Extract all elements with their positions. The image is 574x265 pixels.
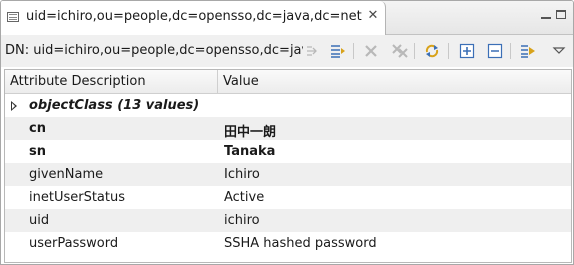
refresh-icon[interactable] xyxy=(423,42,441,60)
table-row[interactable]: uid ichiro xyxy=(5,209,571,232)
table-row[interactable]: inetUserStatus Active xyxy=(5,186,571,209)
entry-editor-window: uid=ichiro,ou=people,dc=opensso,dc=java,… xyxy=(0,0,574,265)
entry-editor-icon xyxy=(7,12,19,22)
minimize-icon[interactable] xyxy=(541,10,551,19)
expand-arrow-icon[interactable] xyxy=(11,101,17,111)
toolbar-separator xyxy=(414,43,415,59)
editor-tab-bar: uid=ichiro,ou=people,dc=opensso,dc=java,… xyxy=(1,1,573,35)
attribute-name-cell: givenName xyxy=(29,167,104,182)
delete-icon[interactable] xyxy=(362,42,380,60)
attribute-value-cell[interactable]: ichiro xyxy=(224,213,260,228)
table-header: Attribute Description Value xyxy=(5,70,571,94)
attribute-name-cell: uid xyxy=(29,213,50,228)
attribute-value-cell[interactable]: SSHA hashed password xyxy=(224,236,377,251)
table-row[interactable]: givenName Ichiro xyxy=(5,163,571,186)
column-divider[interactable] xyxy=(217,70,218,93)
toolbar-separator xyxy=(353,43,354,59)
maximize-icon[interactable] xyxy=(556,10,566,19)
editor-tab[interactable]: uid=ichiro,ou=people,dc=opensso,dc=java,… xyxy=(1,1,386,35)
attribute-name-cell: objectClass (13 values) xyxy=(29,98,200,113)
view-menu-icon[interactable] xyxy=(550,42,568,60)
dn-label: DN: uid=ichiro,ou=people,dc=opensso,dc=j… xyxy=(5,43,303,58)
attribute-name-cell: sn xyxy=(29,144,46,159)
dn-toolbar: DN: uid=ichiro,ou=people,dc=opensso,dc=j… xyxy=(1,35,573,67)
editor-tab-title: uid=ichiro,ou=people,dc=opensso,dc=java,… xyxy=(26,9,362,24)
close-icon[interactable]: ✕ xyxy=(367,9,379,22)
attribute-value-cell[interactable]: Tanaka xyxy=(224,144,275,159)
table-row[interactable]: cn 田中一朗 xyxy=(5,117,571,140)
column-header-attribute[interactable]: Attribute Description xyxy=(10,74,146,89)
attribute-name-cell: cn xyxy=(29,121,46,136)
toolbar-separator xyxy=(510,43,511,59)
delete-all-icon[interactable] xyxy=(391,42,409,60)
table-row[interactable]: objectClass (13 values) xyxy=(5,94,571,117)
new-attribute-icon[interactable] xyxy=(329,42,347,60)
attribute-value-cell[interactable]: Active xyxy=(224,190,264,205)
toolbar-separator xyxy=(448,43,449,59)
show-decorated-values-icon[interactable] xyxy=(519,42,537,60)
column-header-value[interactable]: Value xyxy=(223,74,259,89)
new-value-icon[interactable] xyxy=(304,42,322,60)
table-row[interactable]: userPassword SSHA hashed password xyxy=(5,232,571,255)
attribute-table: Attribute Description Value objectClass … xyxy=(4,69,572,263)
attribute-name-cell: userPassword xyxy=(29,236,119,251)
collapse-all-icon[interactable] xyxy=(486,42,504,60)
attribute-value-cell[interactable]: Ichiro xyxy=(224,167,260,182)
table-row[interactable]: sn Tanaka xyxy=(5,140,571,163)
attribute-name-cell: inetUserStatus xyxy=(29,190,126,205)
expand-all-icon[interactable] xyxy=(458,42,476,60)
attribute-value-cell[interactable]: 田中一朗 xyxy=(224,121,276,140)
